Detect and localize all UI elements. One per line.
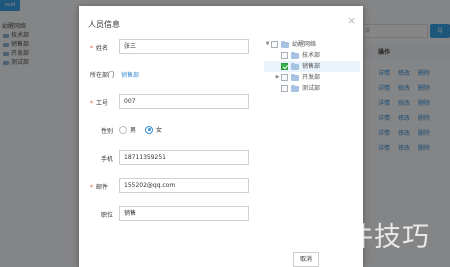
checkbox-icon[interactable] — [271, 41, 278, 48]
department-tree: ▼ 幼醒网络 技术部 销售部 ▶ 开发部 测试部 — [264, 39, 360, 94]
radio-checked-icon[interactable] — [145, 125, 154, 134]
cancel-button[interactable]: 取消 — [293, 252, 319, 267]
email-label-text: 邮件 — [96, 184, 109, 191]
tree-node-label: 开发部 — [302, 74, 321, 81]
tree-node-dev[interactable]: ▶ 开发部 — [264, 72, 360, 83]
tree-node-label: 幼醒网络 — [292, 41, 317, 48]
tree-node-root[interactable]: ▼ 幼醒网络 — [264, 39, 360, 50]
folder-icon — [291, 62, 299, 70]
name-label-text: 姓名 — [96, 45, 109, 52]
checkbox-icon[interactable] — [281, 85, 288, 92]
employee-id-field[interactable]: 007 — [119, 94, 249, 109]
position-label: 职位 — [101, 212, 114, 219]
department-label: 所在部门 — [90, 72, 115, 79]
radio-unchecked-icon[interactable] — [119, 125, 127, 134]
name-field[interactable]: 张三 — [119, 39, 249, 54]
name-label: * 姓名 — [90, 43, 108, 52]
email-field[interactable]: 155202@qq.com — [119, 178, 249, 193]
folder-icon — [291, 51, 299, 59]
tree-node-label: 销售部 — [302, 63, 321, 70]
collapse-icon[interactable]: ▼ — [264, 39, 271, 50]
tree-node-sales[interactable]: 销售部 — [264, 61, 360, 72]
position-field[interactable]: 销售 — [119, 206, 249, 221]
required-mark: * — [90, 184, 93, 191]
tree-node-test[interactable]: 测试部 — [264, 83, 360, 94]
folder-icon — [281, 40, 289, 48]
watermark: 软件技巧 — [318, 222, 430, 253]
required-mark: * — [90, 100, 93, 107]
gender-option-label: 男 — [130, 127, 137, 134]
required-mark: * — [90, 45, 93, 52]
dialog-title: 人员信息 — [88, 20, 120, 29]
phone-label: 手机 — [101, 156, 114, 163]
folder-icon — [291, 84, 299, 92]
email-label: * 邮件 — [90, 182, 108, 191]
gender-label: 性别 — [101, 128, 114, 135]
gender-option-male[interactable]: 男 — [119, 125, 136, 134]
tree-node-label: 测试部 — [302, 85, 321, 92]
phone-field[interactable]: 18711359251 — [119, 150, 249, 165]
folder-icon — [291, 73, 299, 81]
employee-id-label-text: 工号 — [96, 100, 109, 107]
expand-icon[interactable]: ▶ — [274, 72, 281, 83]
tree-node-label: 技术部 — [302, 52, 321, 59]
close-icon[interactable]: × — [347, 15, 356, 26]
checkbox-checked-icon[interactable] — [281, 63, 288, 70]
checkbox-icon[interactable] — [281, 52, 288, 59]
gender-option-female[interactable]: 女 — [145, 125, 162, 134]
department-value[interactable]: 销售部 — [121, 70, 139, 79]
checkbox-icon[interactable] — [281, 74, 288, 81]
gender-radio-group: 男 女 — [119, 125, 171, 134]
gender-option-label: 女 — [156, 127, 163, 134]
tree-node-tech[interactable]: 技术部 — [264, 50, 360, 61]
employee-id-label: * 工号 — [90, 98, 108, 107]
